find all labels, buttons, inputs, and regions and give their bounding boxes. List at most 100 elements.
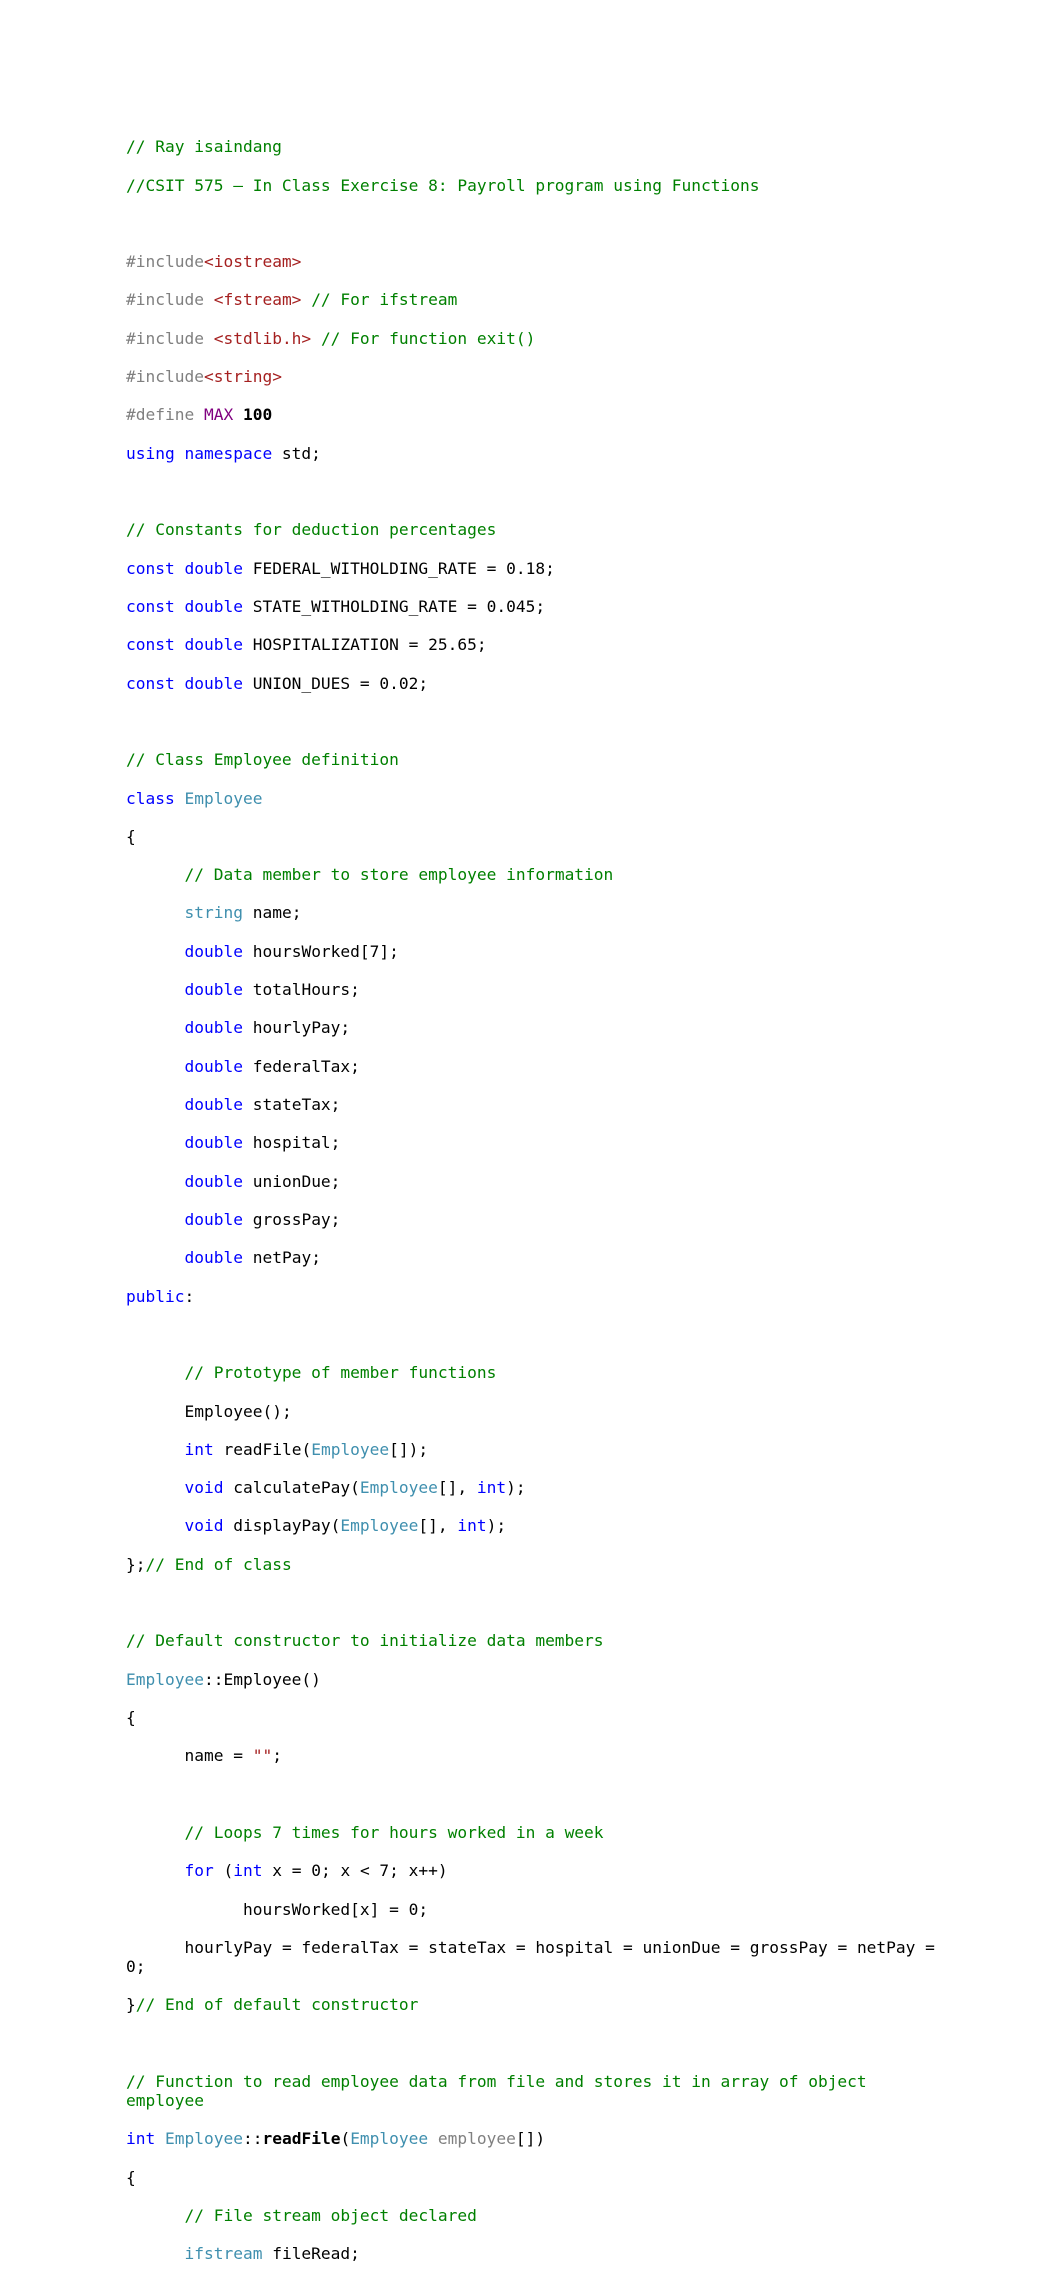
code-token-pl: hoursWorked[7];: [242, 941, 399, 961]
code-line: name = "";: [126, 1746, 946, 1765]
code-token-kw: const double: [126, 673, 243, 693]
code-line: // File stream object declared: [126, 2206, 946, 2225]
code-token-kw: public: [126, 1286, 185, 1306]
code-token-pl: STATE_WITHOLDING_RATE = 0.045;: [242, 596, 546, 616]
code-line: };// End of class: [126, 1555, 946, 1574]
code-token-pl: std;: [272, 443, 321, 463]
code-line: {: [126, 2168, 946, 2187]
code-line: double hoursWorked[7];: [126, 942, 946, 961]
code-token-kw: double: [184, 1018, 243, 1038]
code-line: public:: [126, 1287, 946, 1306]
code-token-hdr: <fstream>: [213, 290, 302, 310]
code-token-pl: FEDERAL_WITHOLDING_RATE = 0.18;: [242, 558, 555, 578]
code-token-kw: int: [233, 1861, 263, 1881]
code-token-c: // File stream object declared: [184, 2206, 477, 2226]
code-line: double totalHours;: [126, 980, 946, 999]
code-token-pl: };: [126, 1554, 146, 1574]
code-line: // Default constructor to initialize dat…: [126, 1631, 946, 1650]
code-token-c: // End of class: [145, 1554, 292, 1574]
code-token-hdr: <stdlib.h>: [213, 328, 312, 348]
code-token-pl: ;: [272, 1746, 282, 1766]
code-token-pl: [],: [437, 1478, 477, 1498]
code-token-pl: {: [126, 2167, 136, 2187]
code-token-kw: const double: [126, 635, 243, 655]
code-token-kw: void: [184, 1478, 224, 1498]
code-line: }// End of default constructor: [126, 1995, 946, 2014]
code-token-par: employee: [437, 2129, 516, 2149]
code-token-c: // Ray isaindang: [126, 137, 282, 157]
code-token-pp: #include: [126, 328, 214, 348]
code-token-kw: for: [184, 1861, 214, 1881]
code-token-pl: ::: [242, 2129, 263, 2149]
code-token-pl: x = 0; x < 7; x++): [262, 1861, 448, 1881]
code-line: double stateTax;: [126, 1095, 946, 1114]
code-line: {: [126, 827, 946, 846]
code-line: Employee();: [126, 1402, 946, 1421]
code-token-pl: hourlyPay = federalTax = stateTax = hosp…: [126, 1937, 945, 1977]
code-token-kw: double: [184, 1095, 243, 1114]
code-token-pl: fileRead;: [262, 2244, 360, 2264]
code-token-c: // Constants for deduction percentages: [126, 520, 497, 540]
code-token-kw: using namespace: [126, 443, 273, 463]
code-token-num: 100: [242, 405, 273, 425]
code-line: double netPay;: [126, 1248, 946, 1267]
code-token-c: // Class Employee definition: [126, 750, 399, 770]
code-token-pl: UNION_DUES = 0.02;: [242, 673, 429, 693]
code-token-c: // For ifstream: [311, 290, 458, 310]
code-token-ty: Employee: [340, 1516, 419, 1536]
code-token-c: //CSIT 575 – In Class Exercise 8: Payrol…: [126, 175, 760, 195]
code-token-kw: const double: [126, 558, 243, 578]
code-token-ty: Employee: [350, 2129, 429, 2149]
code-token-pl: name;: [242, 903, 302, 923]
code-token-c: // Data member to store employee informa…: [184, 865, 614, 885]
code-token-c: // Function to read employee data from f…: [126, 2071, 877, 2111]
code-token-pl: (: [213, 1861, 234, 1881]
code-token-kw: double: [184, 1209, 243, 1229]
code-token-kw: double: [184, 1133, 243, 1153]
code-token-pl: []);: [389, 1439, 429, 1459]
code-token-pl: :: [184, 1286, 195, 1306]
code-line: // Class Employee definition: [126, 750, 946, 769]
code-token-pl: [],: [418, 1516, 458, 1536]
code-token-pl: }: [126, 1995, 136, 2015]
code-token-hdr: <string>: [203, 367, 282, 387]
code-token-pl: );: [486, 1516, 507, 1536]
code-token-ty: ifstream: [184, 2244, 263, 2264]
code-line: double hourlyPay;: [126, 1018, 946, 1037]
code-token-fn: readFile: [262, 2129, 341, 2149]
code-token-str: "": [252, 1746, 273, 1766]
code-line: const double HOSPITALIZATION = 25.65;: [126, 635, 946, 654]
code-token-ty: Employee: [126, 1669, 204, 1689]
code-token-pl: hoursWorked[x] = 0;: [126, 1899, 429, 1919]
code-line: int readFile(Employee[]);: [126, 1440, 946, 1459]
code-token-kw: int: [184, 1439, 214, 1459]
code-token-pl: hospital;: [242, 1133, 341, 1153]
code-token-pl: grossPay;: [242, 1209, 341, 1229]
code-token-kw: double: [184, 1248, 243, 1268]
code-token-ty: Employee: [359, 1478, 438, 1498]
code-token-pp: #include: [126, 252, 204, 272]
code-line: const double STATE_WITHOLDING_RATE = 0.0…: [126, 597, 946, 616]
code-token-pl: federalTax;: [242, 1056, 360, 1076]
code-token-pl: displayPay(: [223, 1516, 341, 1536]
code-token-pl: (: [340, 2129, 351, 2149]
code-token-pl: []): [515, 2129, 546, 2149]
code-line: int Employee::readFile(Employee employee…: [126, 2129, 946, 2148]
code-line: void calculatePay(Employee[], int);: [126, 1478, 946, 1497]
code-line: double hospital;: [126, 1133, 946, 1152]
code-line: // Data member to store employee informa…: [126, 865, 946, 884]
code-token-kw: int: [126, 2129, 156, 2149]
code-token-pp: #include: [126, 367, 204, 387]
